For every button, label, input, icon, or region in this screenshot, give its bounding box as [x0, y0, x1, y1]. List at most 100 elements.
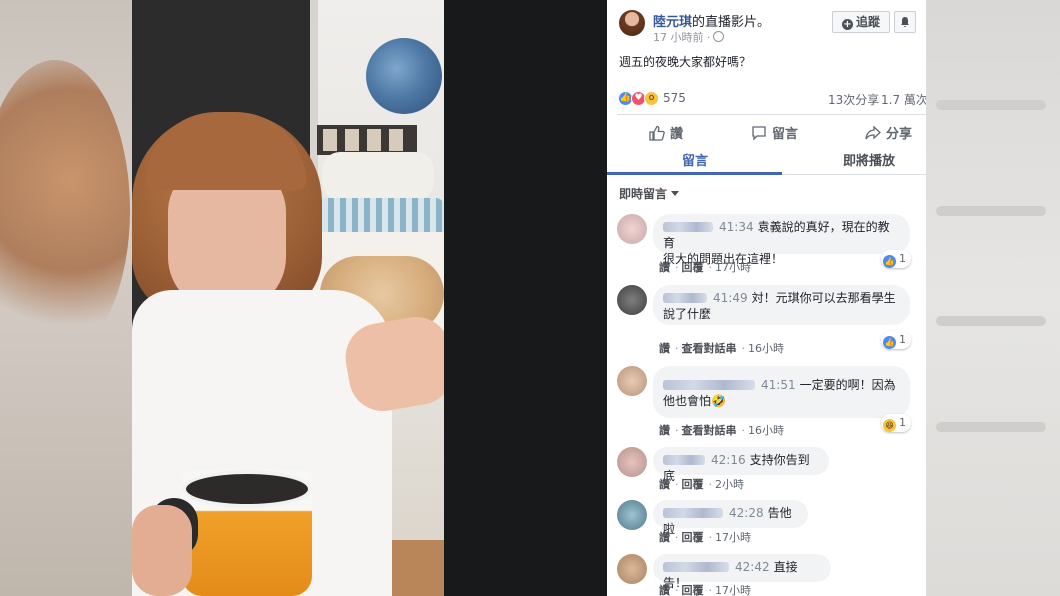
comment-text: 一定要的啊！因為 [799, 378, 896, 392]
wow-reaction-icon: o [644, 91, 659, 106]
video-dark-area [444, 0, 607, 596]
comment-like-link[interactable]: 讚 [659, 261, 670, 274]
post-text: 週五的夜晚大家都好嗎？ [619, 55, 752, 69]
blurred-person-shape [0, 60, 130, 360]
comment-filter-dropdown[interactable]: 即時留言 [619, 185, 680, 202]
tab-up-next[interactable]: 即將播放 [843, 150, 895, 169]
blurred-text-line [936, 100, 1046, 110]
view-thread-link[interactable]: 查看對話串 [682, 342, 737, 355]
comment-like-link[interactable]: 讚 [659, 584, 670, 596]
blurred-text-line [936, 422, 1046, 432]
tab-comments[interactable]: 留言 [682, 150, 708, 169]
commenter-avatar[interactable] [617, 554, 647, 584]
commenter-name-blurred[interactable] [663, 380, 755, 390]
post-time[interactable]: 17 小時前 · [653, 31, 711, 44]
share-label: 分享 [886, 127, 913, 142]
author-name-link[interactable]: 陸元琪 [653, 15, 692, 30]
comment-text-continued: 說了什麼 [663, 307, 712, 321]
filter-label: 即時留言 [619, 187, 668, 201]
comment-button[interactable]: 留言 [751, 123, 798, 142]
bell-icon [901, 17, 909, 27]
share-count[interactable]: 13次分享 [828, 91, 879, 108]
divider [617, 114, 926, 115]
comment-timestamp[interactable]: 42:16 [711, 453, 746, 467]
comment-actions: 讚 · 查看對話串 · 16小時 [659, 424, 784, 437]
comment-reply-link[interactable]: 回覆 [682, 584, 704, 596]
comment-like-link[interactable]: 讚 [659, 478, 670, 491]
post-timestamp: 17 小時前 · [653, 29, 724, 45]
commenter-avatar[interactable] [617, 214, 647, 244]
comment-reply-link[interactable]: 回覆 [682, 261, 704, 274]
comment-reaction-count: 1 [899, 333, 906, 346]
video-frame [132, 0, 444, 596]
blurred-text-line [936, 206, 1046, 216]
commenter-name-blurred[interactable] [663, 293, 707, 303]
comment-reaction-badge[interactable]: 😆 1 [881, 414, 911, 432]
comment-like-link[interactable]: 讚 [659, 424, 670, 437]
comment-reaction-count: 1 [899, 416, 906, 429]
live-video-player[interactable] [132, 0, 607, 596]
commenter-avatar[interactable] [617, 500, 647, 530]
speech-bubble-icon [752, 126, 766, 141]
commenter-avatar[interactable] [617, 447, 647, 477]
comment-bubble: 42:42 直接告！ [653, 554, 831, 590]
commenter-name-blurred[interactable] [663, 562, 729, 572]
comment-like-link[interactable]: 讚 [659, 342, 670, 355]
comment-reaction-count: 1 [899, 252, 906, 265]
reaction-count[interactable]: 575 [663, 91, 686, 105]
mug-rim [182, 470, 312, 508]
panel-tabs: 留言 即將播放 [607, 145, 926, 175]
commenter-name-blurred[interactable] [663, 455, 705, 465]
comment-reaction-badge[interactable]: 👍 1 [881, 250, 911, 268]
photo-strip [317, 125, 417, 155]
globe-icon [712, 31, 724, 42]
share-arrow-icon [865, 125, 881, 140]
reactions-summary[interactable]: 👍 ♥ o 575 13次分享 1.7 萬次觀看 [607, 88, 926, 108]
comment-timestamp[interactable]: 41:49 [713, 291, 748, 305]
comment-timestamp[interactable]: 41:34 [719, 220, 754, 234]
comment-age[interactable]: 17小時 [715, 261, 751, 274]
post-header: 陸元琪的直播影片。 17 小時前 · + 追蹤 [607, 0, 926, 44]
author-avatar[interactable] [619, 10, 645, 36]
folded-blanket [304, 198, 444, 236]
blurred-background-left [0, 0, 132, 596]
notifications-button[interactable] [894, 11, 916, 33]
comment-reply-link[interactable]: 回覆 [682, 531, 704, 544]
share-button[interactable]: 分享 [865, 123, 912, 142]
commenter-name-blurred[interactable] [663, 222, 713, 232]
comment-label: 留言 [772, 127, 799, 142]
comment-actions: 讚 · 回覆 · 17小時 [659, 261, 751, 274]
pillow [322, 152, 434, 200]
comment-age[interactable]: 16小時 [748, 424, 784, 437]
comment-actions: 讚 · 查看對話串 · 16小時 [659, 342, 784, 355]
comment-bubble: 42:28 告他啦 [653, 500, 808, 536]
action-bar: 讚 留言 分享 [607, 119, 926, 145]
comment-timestamp[interactable]: 42:42 [735, 560, 770, 574]
comment-age[interactable]: 17小時 [715, 584, 751, 596]
comment-like-link[interactable]: 讚 [659, 531, 670, 544]
blurred-background-right [926, 0, 1060, 596]
view-thread-link[interactable]: 查看對話串 [682, 424, 737, 437]
comment-bubble: 42:16 支持你告到底 [653, 447, 829, 483]
comment-reaction-badge[interactable]: 👍 1 [881, 331, 911, 349]
view-count: 1.7 萬次觀看 [881, 93, 926, 107]
commenter-avatar[interactable] [617, 285, 647, 315]
like-label: 讚 [670, 127, 684, 142]
comment-reply-link[interactable]: 回覆 [682, 478, 704, 491]
comment-text: 対！元琪你可以去那看學生 [751, 291, 896, 305]
active-tab-indicator [607, 172, 782, 175]
comment-age[interactable]: 2小時 [715, 478, 744, 491]
like-reaction-icon: 👍 [883, 336, 896, 349]
comment-age[interactable]: 17小時 [715, 531, 751, 544]
comment-text-continued: 他也會怕🤣 [663, 394, 726, 408]
comment-timestamp[interactable]: 42:28 [729, 506, 764, 520]
commenter-avatar[interactable] [617, 366, 647, 396]
comment-timestamp[interactable]: 41:51 [761, 378, 796, 392]
comment-actions: 讚 · 回覆 · 2小時 [659, 478, 744, 491]
comment-age[interactable]: 16小時 [748, 342, 784, 355]
commenter-name-blurred[interactable] [663, 508, 723, 518]
live-video-sidebar: 陸元琪的直播影片。 17 小時前 · + 追蹤 週五的夜晚大家都好嗎？ 👍 ♥ o… [607, 0, 926, 596]
like-button[interactable]: 讚 [649, 123, 683, 142]
follow-button[interactable]: + 追蹤 [832, 11, 890, 33]
comment-bubble: 41:49 対！元琪你可以去那看學生 說了什麼 [653, 285, 910, 325]
